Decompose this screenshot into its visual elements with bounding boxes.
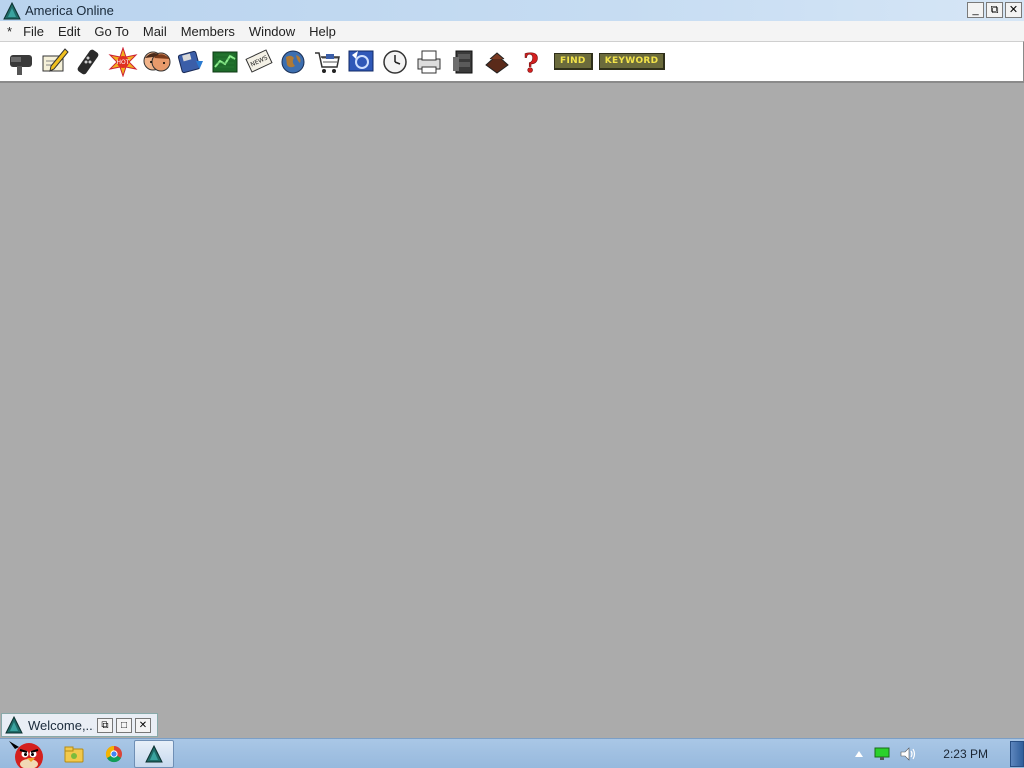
menu-help[interactable]: Help	[302, 24, 343, 39]
minimized-welcome-window[interactable]: Welcome,... ⧉ □ ✕	[1, 713, 158, 737]
compose-mail-icon[interactable]	[38, 46, 72, 78]
news-icon[interactable]: NEWS	[242, 46, 276, 78]
show-hidden-icons-icon[interactable]	[854, 750, 864, 758]
menu-mail[interactable]: Mail	[136, 24, 174, 39]
favorites-icon[interactable]	[480, 46, 514, 78]
find-button[interactable]: FIND	[554, 53, 593, 70]
window-title: America Online	[25, 3, 114, 18]
internet-icon[interactable]	[344, 46, 378, 78]
clock-icon[interactable]	[378, 46, 412, 78]
minimized-maximize-button[interactable]: □	[116, 717, 132, 733]
angry-birds-icon[interactable]	[0, 740, 54, 768]
file-explorer-icon[interactable]	[54, 740, 94, 768]
menu-window[interactable]: Window	[242, 24, 302, 39]
toolbar: HOT NEWS ? FIND KEYWORD	[0, 41, 1024, 83]
whats-hot-icon[interactable]: HOT	[106, 46, 140, 78]
shopping-cart-icon[interactable]	[310, 46, 344, 78]
system-menu[interactable]: *	[0, 24, 16, 39]
mailbox-icon[interactable]	[4, 46, 38, 78]
show-desktop-button[interactable]	[1010, 741, 1024, 767]
chrome-icon[interactable]	[94, 740, 134, 768]
stock-chart-icon[interactable]	[208, 46, 242, 78]
svg-text:?: ?	[523, 49, 538, 77]
mdi-workspace	[0, 83, 1024, 738]
svg-text:HOT: HOT	[117, 59, 130, 66]
system-tray: 2:23 PM	[849, 739, 1024, 768]
volume-icon[interactable]	[900, 747, 918, 761]
minimized-window-title: Welcome,...	[28, 717, 94, 733]
world-globe-icon[interactable]	[276, 46, 310, 78]
print-icon[interactable]	[412, 46, 446, 78]
people-connection-icon[interactable]	[140, 46, 174, 78]
menu-go-to[interactable]: Go To	[87, 24, 135, 39]
restore-button[interactable]: ⧉	[986, 2, 1003, 18]
help-question-icon[interactable]: ?	[514, 46, 548, 78]
menu-bar: * File Edit Go To Mail Members Window He…	[0, 21, 1024, 41]
remote-icon[interactable]	[72, 46, 106, 78]
minimized-close-button[interactable]: ✕	[135, 717, 151, 733]
close-button[interactable]: ✕	[1005, 2, 1022, 18]
keyword-button[interactable]: KEYWORD	[598, 53, 666, 70]
minimize-button[interactable]: _	[967, 2, 984, 18]
menu-file[interactable]: File	[16, 24, 51, 39]
aol-triangle-icon	[3, 1, 21, 20]
taskbar-clock[interactable]: 2:23 PM	[943, 747, 988, 761]
file-cabinet-icon[interactable]	[446, 46, 480, 78]
title-bar[interactable]: America Online _ ⧉ ✕	[0, 0, 1024, 21]
download-disk-icon[interactable]	[174, 46, 208, 78]
minimized-restore-button[interactable]: ⧉	[97, 717, 113, 733]
aol-triangle-icon	[5, 716, 23, 734]
menu-edit[interactable]: Edit	[51, 24, 87, 39]
taskbar: 2:23 PM	[0, 738, 1024, 768]
network-icon[interactable]	[874, 747, 890, 761]
aol-taskbar-button[interactable]	[134, 739, 174, 768]
menu-members[interactable]: Members	[174, 24, 242, 39]
